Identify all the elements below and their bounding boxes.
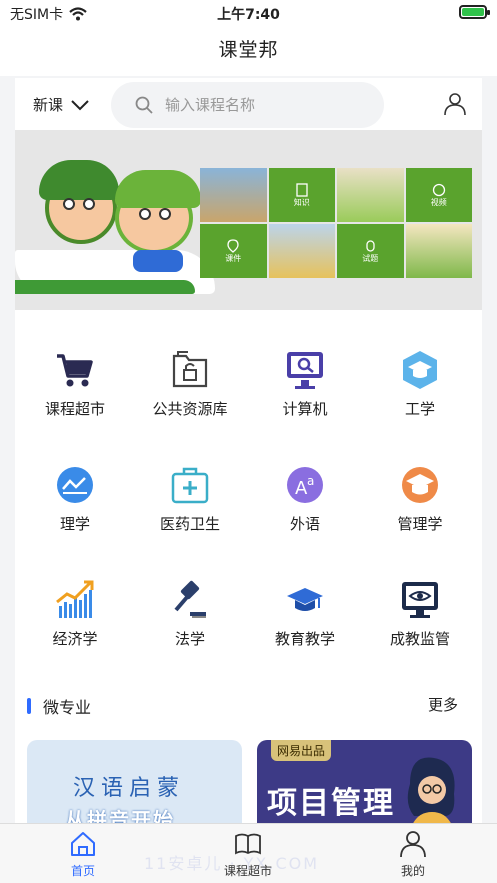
category-education[interactable]: 教育教学: [247, 578, 363, 649]
category-economics[interactable]: 经济学: [17, 578, 133, 649]
category-law[interactable]: 法学: [132, 578, 248, 649]
monitor-search-icon: [287, 352, 323, 389]
card-subtitle: 从拼音开始: [65, 808, 175, 823]
banner-tile-knowledge: 知识: [268, 168, 335, 222]
more-link[interactable]: 更多: [428, 694, 458, 715]
card-tag: 网易出品: [271, 740, 332, 761]
category-course-market[interactable]: 课程超市: [17, 348, 133, 419]
category-dropdown[interactable]: 新课: [33, 94, 89, 115]
tab-me[interactable]: 我的: [363, 830, 463, 879]
category-engineering[interactable]: 工学: [362, 348, 478, 419]
home-icon: [71, 832, 95, 856]
banner-tile-photo: [337, 168, 404, 222]
tab-course-market-label: 课程超市: [223, 864, 272, 878]
category-dropdown-label: 新课: [33, 96, 64, 114]
document-icon: [296, 182, 308, 197]
map-pin-icon: [227, 238, 239, 253]
monitor-eye-icon: [402, 582, 438, 618]
language-icon: A a: [287, 467, 323, 503]
banner-tile-photo: [200, 168, 267, 222]
search-icon: [135, 96, 153, 114]
category-medicine[interactable]: 医药卫生: [132, 463, 248, 534]
banner-grid: 知识 视频 课件 试题: [200, 168, 472, 278]
micro-card-project-management[interactable]: 网易出品 项目管理: [257, 740, 472, 823]
category-science[interactable]: 理学: [17, 463, 133, 534]
card-title: 汉语启蒙: [73, 776, 186, 801]
card-title: 项目管理: [267, 786, 395, 821]
banner-tile-courseware: 课件: [200, 224, 267, 278]
banner-carousel[interactable]: 知识 视频 课件 试题: [15, 130, 482, 310]
user-icon: [400, 831, 426, 858]
micro-major-header: 微专业 更多: [15, 690, 482, 720]
svg-text:a: a: [307, 474, 314, 488]
medkit-icon: [171, 467, 209, 504]
tab-home[interactable]: 首页: [33, 830, 133, 879]
search-box[interactable]: [111, 82, 384, 128]
status-time: 上午7:40: [217, 7, 280, 23]
category-public-library[interactable]: 公共资源库: [132, 348, 248, 419]
nav-bar: 课堂邦: [0, 26, 497, 76]
category-adult-ed-supervision[interactable]: 成教监管: [362, 578, 478, 649]
category-management[interactable]: 管理学: [362, 463, 478, 534]
battery-icon: [459, 5, 490, 19]
tab-bar: 11安卓儿 · YX.COM 首页 课程超市 我的: [0, 823, 497, 883]
search-input[interactable]: [165, 91, 365, 119]
banner-tile-video: 视频: [405, 168, 472, 222]
folder-lock-icon: [172, 351, 208, 388]
page-title: 课堂邦: [218, 39, 279, 61]
status-bar: 无SIM卡 上午7:40: [0, 0, 497, 26]
section-title: 微专业: [43, 698, 92, 717]
tab-home-label: 首页: [70, 864, 95, 878]
banner-tile-quiz: 试题: [337, 224, 404, 278]
main-content: 新课 知识: [15, 78, 482, 823]
tab-course-market[interactable]: 课程超市: [198, 830, 298, 879]
mortarboard-icon: [287, 588, 323, 611]
chevron-down-icon: [71, 99, 89, 110]
search-row: 新课: [15, 78, 482, 130]
bar-chart-icon: [56, 580, 94, 618]
user-icon[interactable]: [443, 92, 467, 116]
palette-icon: [432, 183, 445, 196]
banner-tile-photo: [268, 224, 335, 278]
tab-me-label: 我的: [400, 864, 425, 878]
banner-tile-photo: [405, 224, 472, 278]
grad-cap-circle-icon: [402, 467, 438, 503]
cart-icon: [57, 354, 93, 387]
chart-circle-icon: [57, 467, 93, 503]
category-computer[interactable]: 计算机: [247, 348, 363, 419]
gavel-icon: [174, 580, 206, 618]
micro-card-chinese[interactable]: 汉语启蒙 从拼音开始: [27, 740, 242, 823]
mouse-icon: [366, 239, 375, 252]
hexagon-cap-icon: [403, 351, 437, 389]
person-illustration: [407, 757, 455, 823]
book-open-icon: [235, 833, 261, 855]
category-foreign-language[interactable]: A a 外语: [247, 463, 363, 534]
